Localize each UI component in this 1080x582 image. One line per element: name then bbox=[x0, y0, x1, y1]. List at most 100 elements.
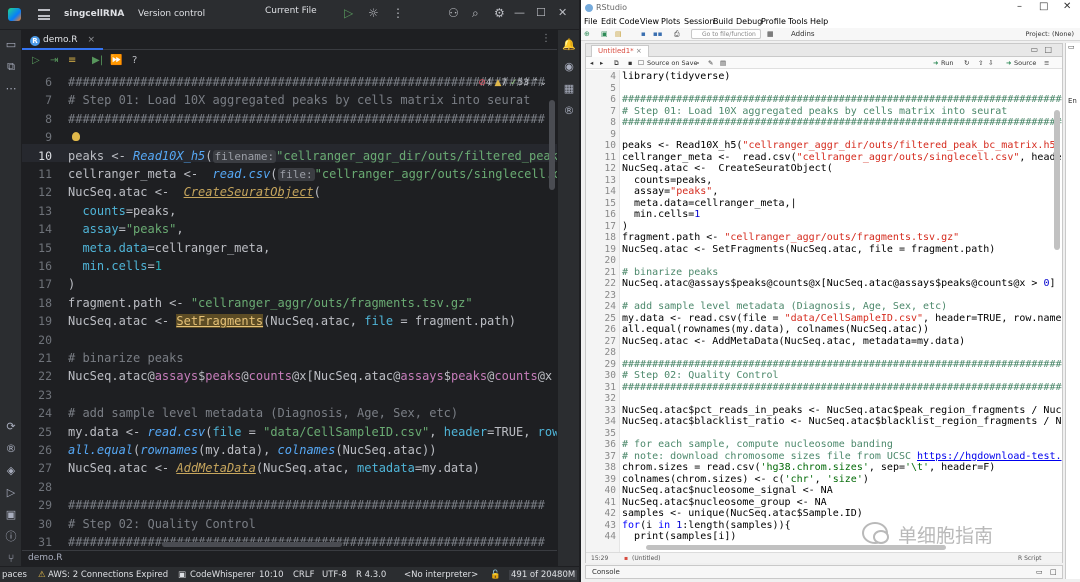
code-line[interactable]: ) bbox=[68, 275, 75, 293]
status-caret-position[interactable]: 10:10 bbox=[259, 570, 284, 580]
run-tool-icon[interactable]: ▷ bbox=[4, 486, 18, 500]
tab-list-icon[interactable]: ⋮ bbox=[541, 33, 551, 44]
maximize-pane-icon[interactable]: □ bbox=[1044, 45, 1052, 54]
code-line[interactable]: # for each sample, compute nucleosome ba… bbox=[622, 439, 893, 450]
code-editor[interactable]: 6 7 8 9 10 11 12 13 14 15 16 17 18 19 20 21 22 23 24 25 26 27… bbox=[22, 72, 557, 550]
notifications-icon[interactable]: 🔔 bbox=[562, 38, 576, 52]
help-icon[interactable]: ? bbox=[132, 55, 137, 66]
print-icon[interactable]: ⎙ bbox=[674, 30, 680, 39]
run-icon[interactable]: ▷ bbox=[344, 6, 353, 20]
git-tool-icon[interactable]: ⑂ bbox=[4, 552, 18, 566]
code-line[interactable]: counts=peaks, bbox=[622, 175, 712, 186]
save-icon[interactable]: ▪ bbox=[641, 30, 646, 38]
database-icon[interactable]: ◉ bbox=[562, 60, 576, 74]
code-line[interactable]: cellranger_meta <- read.csv(file: "cellra… bbox=[68, 165, 557, 184]
code-line[interactable]: fragment.path <- "cellranger_aggr/outs/f… bbox=[68, 294, 473, 312]
run-all-icon[interactable]: ⇥ bbox=[50, 55, 58, 66]
code-line[interactable]: cellranger_meta <- read.csv("cellranger_… bbox=[622, 152, 1062, 163]
code-line[interactable]: my.data <- read.csv(file = "data/CellSam… bbox=[622, 313, 1062, 324]
code-line[interactable]: all.equal(rownames(my.data), colnames(Nu… bbox=[622, 324, 929, 335]
menu-help[interactable]: Help bbox=[810, 17, 828, 26]
project-tool-icon[interactable]: ▭ bbox=[4, 38, 18, 52]
code-line[interactable]: peaks <- Read10X_h5(filename: "cellranger… bbox=[68, 147, 557, 166]
search-icon[interactable]: ⌕ bbox=[472, 6, 479, 21]
status-memory[interactable]: 491 of 20480M bbox=[509, 570, 578, 580]
code-line[interactable]: # binarize peaks bbox=[622, 267, 718, 278]
expand-icon[interactable]: ⌄ bbox=[539, 78, 547, 88]
code-line[interactable]: counts=peaks, bbox=[68, 202, 176, 220]
environment-tab[interactable]: En bbox=[1068, 97, 1077, 105]
code-line[interactable]: ########################################… bbox=[68, 496, 545, 514]
code-line[interactable]: # note: download chromosome sizes file f… bbox=[622, 451, 1062, 462]
code-line[interactable]: meta.data=cellranger_meta,| bbox=[622, 198, 797, 209]
code-line[interactable]: meta.data=cellranger_meta, bbox=[68, 239, 270, 257]
vertical-scrollbar[interactable] bbox=[549, 100, 555, 190]
code-line[interactable]: # Step 01: Load 10X aggregated peaks by … bbox=[622, 106, 1007, 117]
new-project-icon[interactable]: ▣ bbox=[601, 30, 608, 38]
services-tool-icon[interactable]: ⟳ bbox=[4, 420, 18, 434]
code-line[interactable]: NucSeq.atac$nucleosome_signal <- NA bbox=[622, 485, 833, 496]
inspection-widget[interactable]: ⊘4 ▲7 ✓53 ⌃⌄ bbox=[478, 78, 547, 88]
structure-tool-icon[interactable]: ⧉ bbox=[4, 60, 18, 74]
code-line[interactable]: # binarize peaks bbox=[68, 349, 184, 367]
code-line[interactable]: NucSeq.atac <- CreateSeuratObject( bbox=[622, 163, 833, 174]
project-menu[interactable]: Project: (None) bbox=[1025, 30, 1074, 38]
more-actions-icon[interactable]: ⋮ bbox=[392, 6, 404, 20]
console-tab[interactable]: Console bbox=[592, 568, 620, 576]
menu-plots[interactable]: Plots bbox=[661, 17, 680, 26]
code-line[interactable]: for(i in 1:length(samples)){ bbox=[622, 520, 791, 531]
code-line[interactable]: ) bbox=[622, 221, 628, 232]
code-tools-icon[interactable]: ✎ bbox=[708, 59, 713, 67]
packages-icon[interactable]: ▦ bbox=[562, 82, 576, 96]
intention-bulb-icon[interactable] bbox=[72, 132, 80, 141]
menu-view[interactable]: View bbox=[640, 17, 659, 26]
minimize-pane-icon[interactable]: ▭ bbox=[1068, 43, 1075, 51]
code-line[interactable]: colnames(chrom.sizes) <- c('chr', 'size'… bbox=[622, 474, 869, 485]
code-line[interactable]: # Step 02: Quality Control bbox=[68, 515, 256, 533]
code-line[interactable]: samples <- unique(NucSeq.atac$Sample.ID) bbox=[622, 508, 863, 519]
terminal-tool-icon[interactable]: ▣ bbox=[4, 508, 18, 522]
maximize-icon[interactable]: ☐ bbox=[536, 6, 546, 19]
menu-edit[interactable]: Edit bbox=[601, 17, 617, 26]
close-window-icon[interactable]: ✕ bbox=[1063, 1, 1071, 12]
code-line[interactable]: # add sample level metadata (Diagnosis, … bbox=[68, 404, 458, 422]
tab-demo-r[interactable]: Rdemo.R × bbox=[22, 30, 104, 50]
source-button[interactable]: Source bbox=[1014, 59, 1036, 67]
code-line[interactable]: peaks <- Read10X_h5("cellranger_aggr_dir… bbox=[622, 140, 1062, 151]
project-switcher[interactable]: singcellRNA bbox=[64, 9, 124, 19]
code-line[interactable]: NucSeq.atac$blacklist_ratio <- NucSeq.at… bbox=[622, 416, 1062, 427]
more-tools-icon[interactable]: ⋯ bbox=[4, 82, 18, 96]
minimize-icon[interactable]: – bbox=[1017, 1, 1022, 12]
lock-icon[interactable]: 🔓 bbox=[490, 570, 501, 580]
code-line[interactable]: # Step 02: Quality Control bbox=[622, 370, 779, 381]
new-file-icon[interactable]: ⊕ bbox=[584, 30, 590, 38]
code-line[interactable]: NucSeq.atac@assays$peaks@counts@x[NucSeq… bbox=[68, 367, 557, 385]
code-line[interactable]: min.cells=1 bbox=[68, 257, 162, 275]
open-file-icon[interactable]: ▤ bbox=[615, 30, 622, 38]
minimize-pane-icon[interactable]: ▭ bbox=[1030, 45, 1038, 54]
close-tab-icon[interactable]: × bbox=[636, 47, 642, 55]
code-line[interactable]: library(tidyverse) bbox=[622, 71, 730, 82]
code-line[interactable]: NucSeq.atac@assays$peaks@counts@x[NucSeq… bbox=[622, 278, 1056, 289]
tab-untitled1[interactable]: Untitled1* × bbox=[591, 45, 649, 57]
problems-tool-icon[interactable]: ⓘ bbox=[4, 530, 18, 544]
code-with-me-icon[interactable]: ⚇ bbox=[448, 6, 459, 20]
goto-file-input[interactable]: Go to file/function bbox=[691, 29, 761, 39]
show-in-window-icon[interactable]: ⧉ bbox=[614, 59, 619, 68]
minimize-pane-icon[interactable]: ▭ bbox=[1036, 568, 1043, 576]
code-line[interactable]: # add sample level metadata (Diagnosis, … bbox=[622, 301, 947, 312]
rerun-icon[interactable]: ↻ bbox=[964, 59, 969, 67]
addins-menu[interactable]: Addins bbox=[791, 30, 815, 38]
run-line-icon[interactable]: ▷ bbox=[32, 55, 40, 66]
menu-debug[interactable]: Debug bbox=[736, 17, 762, 26]
horizontal-scrollbar[interactable] bbox=[162, 542, 342, 547]
code-line[interactable]: NucSeq.atac <- CreateSeuratObject( bbox=[68, 183, 321, 201]
source-editor[interactable]: 4 library(tidyverse) 5 6 ###################… bbox=[586, 70, 1062, 552]
compile-report-icon[interactable]: ▤ bbox=[720, 59, 726, 67]
step-icon[interactable]: ⏩ bbox=[110, 55, 122, 66]
status-codewhisperer[interactable]: CodeWhisperer bbox=[190, 570, 255, 580]
script-type-selector[interactable]: R Script bbox=[1018, 555, 1041, 562]
maximize-pane-icon[interactable]: □ bbox=[1050, 568, 1057, 576]
find-icon[interactable]: ⌕ bbox=[696, 59, 700, 68]
breadcrumb[interactable]: demo.R bbox=[22, 550, 557, 566]
